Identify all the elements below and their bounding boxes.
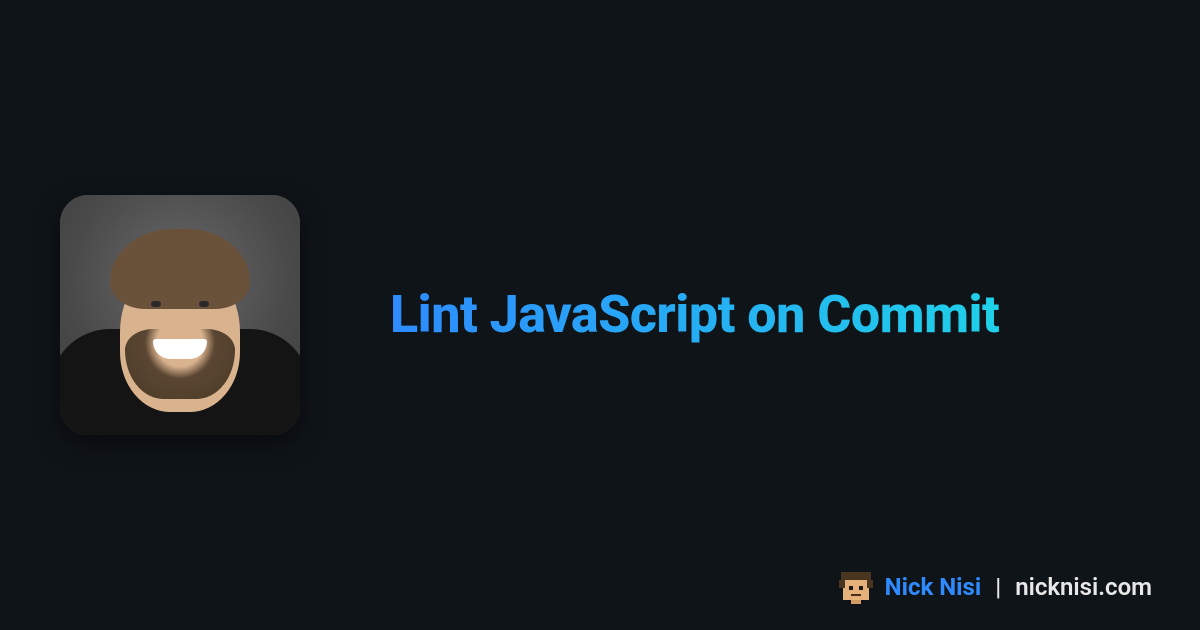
author-byline: Nick Nisi | nicknisi.com	[839, 570, 1152, 604]
author-headshot	[60, 195, 300, 435]
pixel-face-icon	[839, 570, 873, 604]
separator: |	[995, 573, 1001, 601]
author-site: nicknisi.com	[1015, 573, 1152, 601]
social-card: Lint JavaScript on Commit	[0, 0, 1200, 630]
author-name: Nick Nisi	[885, 573, 982, 601]
post-title: Lint JavaScript on Commit	[390, 285, 999, 345]
